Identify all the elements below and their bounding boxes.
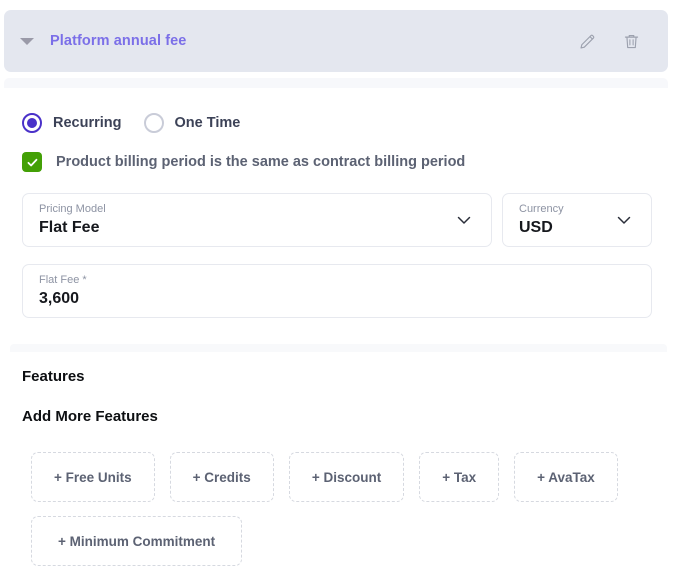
chip-discount[interactable]: + Discount	[288, 452, 405, 502]
currency-body: Currency USD	[519, 202, 605, 238]
billing-period-checkbox-label: Product billing period is the same as co…	[56, 154, 466, 170]
chip-free-units[interactable]: + Free Units	[31, 452, 155, 502]
pricing-model-value: Flat Fee	[39, 219, 100, 236]
pricing-model-label: Pricing Model	[39, 203, 106, 215]
pricing-product-panel: Platform annual fee Recurring One Time P…	[0, 0, 675, 581]
chip-tax[interactable]: + Tax	[419, 452, 500, 502]
currency-select[interactable]: Currency USD	[502, 193, 652, 247]
flat-fee-value: 3,600	[39, 290, 80, 307]
chip-avatax[interactable]: + AvaTax	[514, 452, 618, 502]
add-more-features-title: Add More Features	[22, 408, 158, 425]
delete-product-button[interactable]	[620, 30, 642, 52]
radio-one-time-indicator[interactable]	[143, 113, 164, 133]
header-actions	[576, 30, 668, 52]
pricing-model-body: Pricing Model Flat Fee	[39, 202, 445, 238]
radio-option-recurring[interactable]: Recurring	[22, 113, 122, 133]
edit-product-button[interactable]	[576, 30, 598, 52]
trash-icon	[624, 34, 638, 48]
check-icon	[27, 158, 37, 166]
billing-period-checkbox-row[interactable]: Product billing period is the same as co…	[22, 152, 465, 172]
radio-option-one-time[interactable]: One Time	[143, 113, 241, 133]
product-title: Platform annual fee	[50, 33, 187, 49]
chip-minimum-commitment[interactable]: + Minimum Commitment	[31, 516, 243, 566]
billing-type-radio-group: Recurring One Time	[22, 113, 240, 133]
flat-fee-body: Flat Fee * 3,600	[39, 273, 635, 309]
caret-down-icon	[20, 37, 34, 45]
section-divider	[10, 344, 667, 352]
header-bottom-strip	[4, 78, 668, 88]
chevron-down-icon[interactable]	[613, 209, 635, 231]
pricing-model-select[interactable]: Pricing Model Flat Fee	[22, 193, 492, 247]
radio-one-time-label: One Time	[174, 115, 241, 131]
collapse-toggle-button[interactable]	[4, 10, 50, 72]
radio-recurring-indicator[interactable]	[22, 113, 42, 133]
currency-label: Currency	[519, 203, 564, 215]
feature-chip-list: + Free Units + Credits + Discount + Tax …	[31, 452, 651, 566]
billing-period-checkbox[interactable]	[22, 152, 42, 172]
pencil-icon	[579, 34, 594, 49]
product-header[interactable]: Platform annual fee	[4, 10, 668, 72]
flat-fee-input[interactable]: Flat Fee * 3,600	[22, 264, 652, 318]
features-section-title: Features	[22, 368, 85, 385]
currency-value: USD	[519, 219, 553, 236]
flat-fee-label: Flat Fee *	[39, 274, 87, 286]
chevron-down-icon[interactable]	[453, 209, 475, 231]
chip-credits[interactable]: + Credits	[169, 452, 274, 502]
radio-recurring-label: Recurring	[53, 115, 122, 131]
